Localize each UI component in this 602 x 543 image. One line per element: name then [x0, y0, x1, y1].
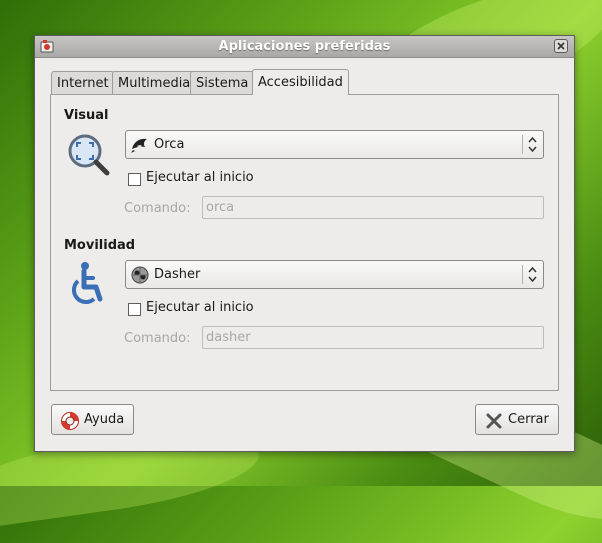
- help-button-label: Ayuda: [84, 412, 125, 427]
- tab-internet[interactable]: Internet: [51, 71, 115, 94]
- window-close-button[interactable]: [554, 39, 568, 53]
- tab-multimedia[interactable]: Multimedia: [112, 71, 197, 94]
- close-button[interactable]: Cerrar: [475, 404, 559, 435]
- mobility-run-at-start-checkbox[interactable]: [128, 303, 141, 316]
- accessibility-panel: Visual Orca Ejecutar al inicio Comando: …: [50, 94, 559, 391]
- visual-selected-app: Orca: [154, 137, 185, 152]
- magnifier-icon: [68, 134, 110, 176]
- visual-command-field[interactable]: orca: [202, 196, 544, 219]
- close-icon: [557, 42, 565, 50]
- window-title: Aplicaciones preferidas: [218, 39, 391, 54]
- combo-arrows-icon: [528, 136, 537, 153]
- lifebuoy-icon: [61, 412, 79, 430]
- mobility-selected-app: Dasher: [154, 267, 201, 282]
- mobility-section-title: Movilidad: [64, 238, 136, 253]
- help-button[interactable]: Ayuda: [51, 404, 134, 435]
- combo-separator: [522, 135, 523, 154]
- mobility-run-at-start-label[interactable]: Ejecutar al inicio: [146, 300, 254, 315]
- orca-whale-icon: [131, 138, 147, 153]
- title-bar[interactable]: Aplicaciones preferidas: [35, 36, 574, 58]
- visual-command-label: Comando:: [124, 201, 191, 216]
- preferred-applications-dialog: Aplicaciones preferidas Internet Multime…: [34, 35, 575, 452]
- visual-run-at-start-label[interactable]: Ejecutar al inicio: [146, 170, 254, 185]
- tab-accesibilidad[interactable]: Accesibilidad: [252, 69, 349, 95]
- dasher-icon: [131, 266, 149, 284]
- tab-sistema[interactable]: Sistema: [190, 71, 255, 94]
- combo-arrows-icon: [528, 266, 537, 283]
- visual-app-select[interactable]: Orca: [125, 130, 544, 159]
- visual-run-at-start-checkbox[interactable]: [128, 173, 141, 186]
- close-x-icon: [486, 413, 502, 429]
- visual-section-title: Visual: [64, 108, 109, 123]
- combo-separator: [522, 265, 523, 284]
- wheelchair-icon: [71, 262, 103, 305]
- mobility-command-field[interactable]: dasher: [202, 326, 544, 349]
- mobility-command-label: Comando:: [124, 331, 191, 346]
- mobility-app-select[interactable]: Dasher: [125, 260, 544, 289]
- close-button-label: Cerrar: [508, 412, 549, 427]
